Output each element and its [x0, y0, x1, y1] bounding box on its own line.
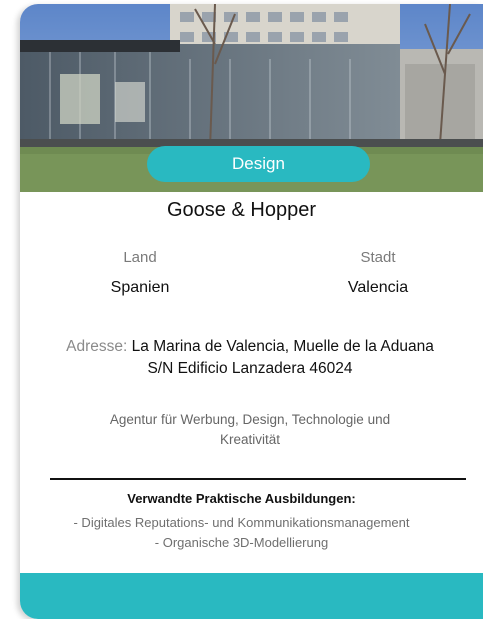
card-footer-bar [20, 573, 483, 619]
company-photo: Design [20, 4, 483, 192]
company-name: Goose & Hopper [167, 199, 316, 221]
related-training-item[interactable]: - Organische 3D-Modellierung [0, 533, 483, 553]
address-block: Adresse: La Marina de Valencia, Muelle d… [60, 336, 440, 380]
city-value: Valencia [347, 279, 409, 296]
category-badge[interactable]: Design [147, 146, 370, 182]
company-description: Agentur für Werbung, Design, Technologie… [109, 412, 391, 447]
address-value: La Marina de Valencia, Muelle de la Adua… [131, 338, 434, 377]
related-training-item[interactable]: - Digitales Reputations- und Kommunikati… [0, 513, 483, 533]
city-label: Stadt [360, 249, 396, 266]
country-value: Spanien [110, 279, 170, 296]
related-trainings-list: - Digitales Reputations- und Kommunikati… [0, 513, 483, 553]
address-label: Adresse: [66, 338, 128, 355]
related-trainings-title: Verwandte Praktische Ausbildungen: [127, 491, 356, 506]
divider [50, 478, 466, 480]
country-label: Land [123, 249, 157, 266]
